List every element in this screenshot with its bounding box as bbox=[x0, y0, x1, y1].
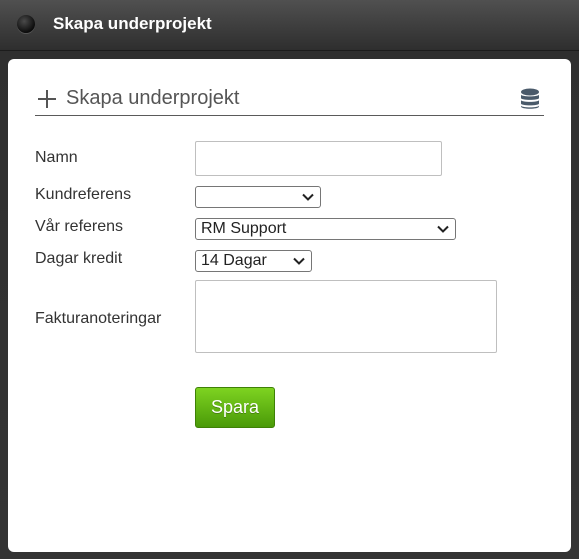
form-header: Skapa underprojekt bbox=[35, 85, 544, 116]
chevron-down-icon bbox=[293, 257, 305, 265]
window-title: Skapa underprojekt bbox=[53, 14, 212, 33]
dialog-window: Skapa underprojekt Skapa underprojekt Na… bbox=[0, 0, 579, 559]
plus-icon bbox=[38, 90, 56, 108]
customer-reference-select[interactable] bbox=[195, 186, 321, 208]
save-button[interactable]: Spara bbox=[195, 387, 275, 428]
form-heading: Skapa underprojekt bbox=[66, 87, 240, 109]
our-reference-label: Vår referens bbox=[35, 218, 124, 235]
database-icon[interactable] bbox=[520, 88, 540, 110]
customer-reference-label: Kundreferens bbox=[35, 186, 132, 203]
invoice-notes-textarea[interactable] bbox=[195, 280, 497, 353]
chevron-down-icon bbox=[302, 193, 314, 201]
window-dot-icon[interactable] bbox=[17, 15, 35, 33]
our-reference-value: RM Support bbox=[201, 220, 287, 237]
our-reference-select[interactable]: RM Support bbox=[195, 218, 456, 240]
invoice-notes-label: Fakturanoteringar bbox=[35, 310, 162, 327]
name-input[interactable] bbox=[195, 141, 442, 176]
credit-days-select[interactable]: 14 Dagar bbox=[195, 250, 312, 272]
credit-days-label: Dagar kredit bbox=[35, 250, 123, 267]
title-bar: Skapa underprojekt bbox=[0, 0, 579, 51]
form-panel: Skapa underprojekt Namn Kundreferens Vår… bbox=[8, 59, 571, 552]
chevron-down-icon bbox=[437, 225, 449, 233]
name-label: Namn bbox=[35, 149, 78, 166]
credit-days-value: 14 Dagar bbox=[201, 252, 267, 269]
